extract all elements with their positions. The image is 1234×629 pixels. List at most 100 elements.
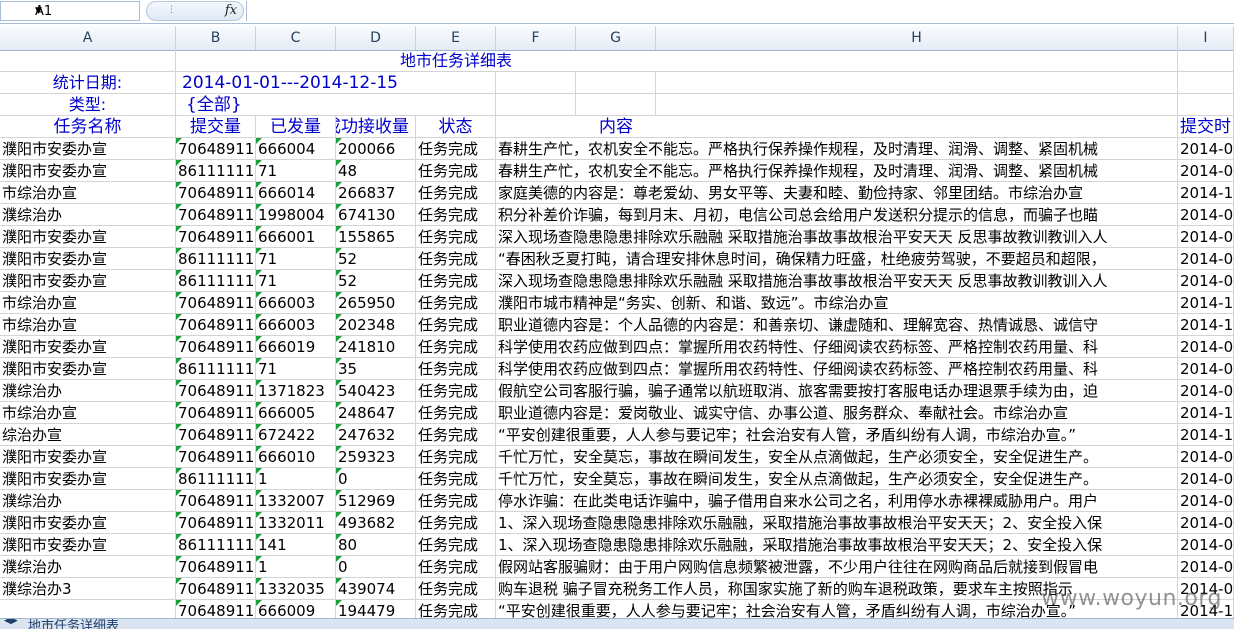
header-received[interactable]: 成功接收量 (336, 116, 416, 138)
cell-content[interactable]: 濮阳市城市精神是“务实、创新、和谐、致远”。市综治办宣 (496, 292, 1178, 314)
cell-status[interactable]: 任务完成 (416, 578, 496, 600)
cell-received[interactable]: 80 (336, 534, 416, 556)
cell-submitted[interactable]: 70648911 (176, 512, 256, 534)
cell-name[interactable]: 濮阳市安委办宣 (0, 160, 176, 182)
cell-received[interactable]: 155865 (336, 226, 416, 248)
cell-sent[interactable]: 71 (256, 160, 336, 182)
cell-submitted[interactable]: 70648911 (176, 578, 256, 600)
cell-status[interactable]: 任务完成 (416, 446, 496, 468)
column-header-e[interactable]: E (416, 26, 496, 50)
cell-name[interactable]: 濮阳市安委办宣 (0, 468, 176, 490)
cell[interactable] (576, 94, 656, 116)
cell-status[interactable]: 任务完成 (416, 226, 496, 248)
cell-content[interactable]: 积分补差价诈骗，每到月末、月初，电信公司总会给用户发送积分提示的信息，而骗子也瞄 (496, 204, 1178, 226)
formula-input[interactable] (246, 1, 1234, 21)
cell-name[interactable]: 濮综治办 (0, 490, 176, 512)
cell-sent[interactable]: 666004 (256, 138, 336, 160)
cell-name[interactable]: 濮综治办3 (0, 578, 176, 600)
cell-name[interactable]: 综治办宣 (0, 424, 176, 446)
cell[interactable] (496, 72, 576, 94)
header-sent[interactable]: 已发量 (256, 116, 336, 138)
cell-sent[interactable]: 666019 (256, 336, 336, 358)
cell-content[interactable]: 深入现场查隐患隐患排除欢乐融融 采取措施治事故事故根治平安天天 反思事故教训教训… (496, 226, 1178, 248)
cell-received[interactable]: 439074 (336, 578, 416, 600)
cell-status[interactable]: 任务完成 (416, 512, 496, 534)
cell-time[interactable]: 2014-0 (1178, 226, 1234, 248)
cell-submitted[interactable]: 70648911 (176, 182, 256, 204)
cell-received[interactable]: 674130 (336, 204, 416, 226)
column-header-g[interactable]: G (576, 26, 656, 50)
cell-name[interactable]: 濮综治办 (0, 556, 176, 578)
header-submit-time[interactable]: 提交时 (1178, 116, 1234, 138)
cell[interactable] (416, 72, 496, 94)
header-status[interactable]: 状态 (416, 116, 496, 138)
cell-status[interactable]: 任务完成 (416, 380, 496, 402)
cell-name[interactable]: 濮阳市安委办宣 (0, 138, 176, 160)
cell-time[interactable]: 2014-0 (1178, 358, 1234, 380)
cell-time[interactable]: 2014-0 (1178, 446, 1234, 468)
cell-received[interactable]: 493682 (336, 512, 416, 534)
cell-received[interactable]: 248647 (336, 402, 416, 424)
cell-received[interactable]: 241810 (336, 336, 416, 358)
cell-time[interactable]: 2014-0 (1178, 160, 1234, 182)
cell-time[interactable]: 2014-0 (1178, 204, 1234, 226)
cell-submitted[interactable]: 86111111 (176, 160, 256, 182)
cell-content[interactable]: 假航空公司客服行骗，骗子通常以航班取消、旅客需要按打客服电话办理退票手续为由，迫 (496, 380, 1178, 402)
cell[interactable] (1178, 94, 1234, 116)
cell-status[interactable]: 任务完成 (416, 160, 496, 182)
header-task-name[interactable]: 任务名称 (0, 116, 176, 138)
cell-content[interactable]: 科学使用农药应做到四点：掌握所用农药特性、仔细阅读农药标签、严格控制农药用量、科 (496, 358, 1178, 380)
cell-time[interactable]: 2014-1 (1178, 182, 1234, 204)
cell-time[interactable]: 2014-1 (1178, 424, 1234, 446)
cell-status[interactable]: 任务完成 (416, 248, 496, 270)
cell-content[interactable]: 春耕生产忙，农机安全不能忘。严格执行保养操作规程，及时清理、润滑、调整、紧固机械 (496, 160, 1178, 182)
cell-content[interactable]: 深入现场查隐患隐患排除欢乐融融 采取措施治事故事故根治平安天天 反思事故教训教训… (496, 270, 1178, 292)
column-header-h[interactable]: H (656, 26, 1178, 50)
cell-time[interactable]: 2014-0 (1178, 336, 1234, 358)
header-submitted[interactable]: 提交量 (176, 116, 256, 138)
cell-name[interactable]: 濮阳市安委办宣 (0, 358, 176, 380)
cell-status[interactable]: 任务完成 (416, 534, 496, 556)
cell-sent[interactable]: 666010 (256, 446, 336, 468)
column-header-c[interactable]: C (256, 26, 336, 50)
cell-name[interactable]: 濮阳市安委办宣 (0, 270, 176, 292)
type-label[interactable]: 类型: (0, 94, 176, 116)
cell-submitted[interactable]: 86111111 (176, 358, 256, 380)
cell-content[interactable]: 1、深入现场查隐患隐患排除欢乐融融，采取措施治事故事故根治平安天天；2、安全投入… (496, 534, 1178, 556)
cell-sent[interactable]: 666005 (256, 402, 336, 424)
cell-received[interactable]: 52 (336, 270, 416, 292)
cell-submitted[interactable]: 70648911 (176, 314, 256, 336)
cell-time[interactable]: 2014-1 (1178, 402, 1234, 424)
cell[interactable] (736, 50, 1178, 72)
cell-time[interactable]: 2014-0 (1178, 534, 1234, 556)
cell-name[interactable]: 濮阳市安委办宣 (0, 534, 176, 556)
cell-content[interactable]: 千忙万忙，安全莫忘，事故在瞬间发生，安全从点滴做起，生产必须安全，安全促进生产。 (496, 446, 1178, 468)
cell-content[interactable]: 春耕生产忙，农机安全不能忘。严格执行保养操作规程，及时清理、润滑、调整、紧固机械 (496, 138, 1178, 160)
cell[interactable] (656, 94, 1178, 116)
cell-sent[interactable]: 672422 (256, 424, 336, 446)
cell-status[interactable]: 任务完成 (416, 490, 496, 512)
cell-submitted[interactable]: 70648911 (176, 204, 256, 226)
cell-received[interactable]: 259323 (336, 446, 416, 468)
cell-received[interactable]: 202348 (336, 314, 416, 336)
cell-name[interactable]: 市综治办宣 (0, 292, 176, 314)
cell[interactable] (496, 94, 576, 116)
cell-content[interactable]: 停水诈骗：在此类电话诈骗中，骗子借用自来水公司之名，利用停水赤裸裸威胁用户。用户 (496, 490, 1178, 512)
cell-time[interactable]: 2014-0 (1178, 490, 1234, 512)
cell-submitted[interactable]: 70648911 (176, 292, 256, 314)
cell-content[interactable]: “春困秋乏夏打盹，请合理安排休息时间，确保精力旺盛，杜绝疲劳驾驶，不要超员和超限… (496, 248, 1178, 270)
cell-content[interactable]: 职业道德内容是：爱岗敬业、诚实守信、办事公道、服务群众、奉献社会。市综治办宣 (496, 402, 1178, 424)
column-header-i[interactable]: I (1178, 26, 1234, 50)
column-header-d[interactable]: D (336, 26, 416, 50)
column-header-f[interactable]: F (496, 26, 576, 50)
cell-status[interactable]: 任务完成 (416, 468, 496, 490)
cell-received[interactable]: 52 (336, 248, 416, 270)
chevron-down-icon[interactable]: ▼ (35, 6, 135, 16)
cell-time[interactable]: 2014-0 (1178, 248, 1234, 270)
tab-nav-icon[interactable]: ◀▶ (4, 619, 18, 626)
sheet-tab[interactable]: 地市任务详细表 (28, 619, 119, 629)
cell-sent[interactable]: 71 (256, 248, 336, 270)
cell-submitted[interactable]: 86111111 (176, 248, 256, 270)
cell-status[interactable]: 任务完成 (416, 138, 496, 160)
cell-received[interactable]: 512969 (336, 490, 416, 512)
